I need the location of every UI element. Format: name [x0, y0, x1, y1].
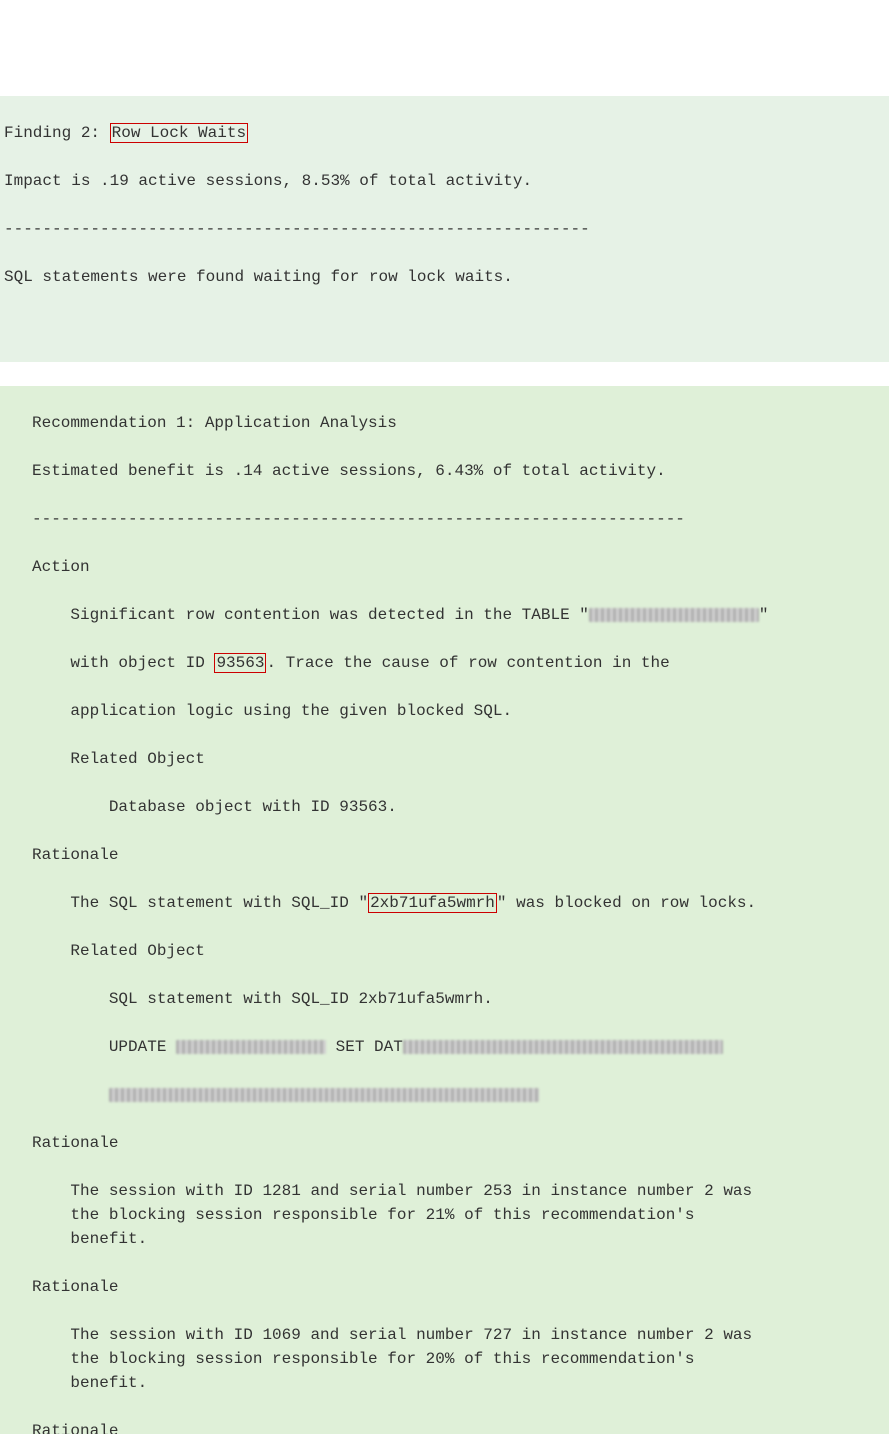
redacted-update-table — [176, 1040, 326, 1054]
action-text-2a: with object ID — [70, 654, 214, 672]
finding-title-line: Finding 2: Row Lock Waits — [4, 121, 885, 145]
finding-title-highlight: Row Lock Waits — [110, 123, 248, 143]
rationale-2-text: The session with ID 1281 and serial numb… — [32, 1179, 885, 1251]
rec-divider: ----------------------------------------… — [32, 507, 885, 531]
action-text-3: application logic using the given blocke… — [70, 702, 512, 720]
related-object-label-text: Related Object — [70, 750, 204, 768]
action-line-3: application logic using the given blocke… — [32, 699, 885, 723]
rec-benefit: Estimated benefit is .14 active sessions… — [32, 459, 885, 483]
redacted-update-cols — [403, 1040, 723, 1054]
rationale-1-label: Rationale — [32, 843, 885, 867]
r1-update-prefix: UPDATE — [109, 1038, 176, 1056]
rec-title: Recommendation 1: Application Analysis — [32, 411, 885, 435]
rationale-4-label: Rationale — [32, 1419, 885, 1434]
action-line-2: with object ID 93563. Trace the cause of… — [32, 651, 885, 675]
impact-line: Impact is .19 active sessions, 8.53% of … — [4, 169, 885, 193]
object-id-highlight: 93563 — [214, 653, 266, 673]
action-text-2b: . Trace the cause of row contention in t… — [266, 654, 669, 672]
finding-label: Finding 2: — [4, 124, 110, 142]
r1-text-1a: The SQL statement with SQL_ID " — [70, 894, 368, 912]
redacted-table-name — [589, 608, 759, 622]
rationale-2-label: Rationale — [32, 1131, 885, 1155]
rationale-1-related-label: Related Object — [32, 939, 885, 963]
rationale-3-text: The session with ID 1069 and serial numb… — [32, 1323, 885, 1395]
finding-header-section: Finding 2: Row Lock Waits Impact is .19 … — [0, 96, 889, 362]
action-label: Action — [32, 555, 885, 579]
rationale-1-related-text: SQL statement with SQL_ID 2xb71ufa5wmrh. — [32, 987, 885, 1011]
action-line-1: Significant row contention was detected … — [32, 603, 885, 627]
rationale-1-sql-update: UPDATE SET DAT — [32, 1035, 885, 1059]
related-object-label: Related Object — [32, 747, 885, 771]
action-text-1a: Significant row contention was detected … — [70, 606, 588, 624]
rationale-1-sql-line2 — [32, 1083, 885, 1107]
recommendation-section: Recommendation 1: Application Analysis E… — [0, 386, 889, 1434]
divider-line: ----------------------------------------… — [4, 217, 885, 241]
summary-line: SQL statements were found waiting for ro… — [4, 265, 885, 289]
related-object-value: Database object with ID 93563. — [109, 798, 397, 816]
redacted-sql-continuation — [109, 1088, 539, 1102]
action-text-1b: " — [759, 606, 769, 624]
rationale-1-line-1: The SQL statement with SQL_ID "2xb71ufa5… — [32, 891, 885, 915]
related-object-text: Database object with ID 93563. — [32, 795, 885, 819]
sql-id-highlight: 2xb71ufa5wmrh — [368, 893, 497, 913]
blank-line — [4, 313, 885, 337]
r1-related-label-text: Related Object — [70, 942, 204, 960]
r1-related-value: SQL statement with SQL_ID 2xb71ufa5wmrh. — [109, 990, 493, 1008]
rationale-3-label: Rationale — [32, 1275, 885, 1299]
r1-text-1b: " was blocked on row locks. — [497, 894, 756, 912]
r1-set-text: SET DAT — [326, 1038, 403, 1056]
